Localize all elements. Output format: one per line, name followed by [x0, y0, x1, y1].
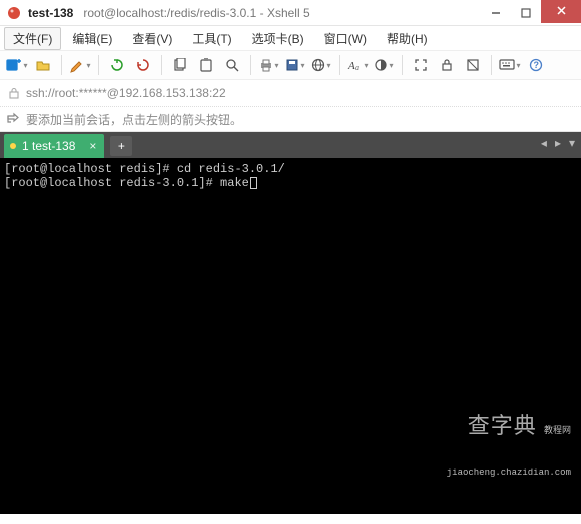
menubar: 文件(F) 编辑(E) 查看(V) 工具(T) 选项卡(B) 窗口(W) 帮助(…: [0, 26, 581, 50]
address-bar: ssh://root:******@192.168.153.138:22: [0, 80, 581, 106]
minimize-button[interactable]: [481, 3, 511, 23]
lock-icon: [8, 87, 20, 99]
tab-bar: 1 test-138 × + ◂ ▸ ▾: [0, 132, 581, 158]
menu-view[interactable]: 查看(V): [123, 27, 181, 50]
menu-window[interactable]: 窗口(W): [315, 27, 376, 50]
keymap-icon[interactable]: ▾: [499, 54, 521, 76]
window-title-main: test-138: [28, 6, 73, 20]
cmd-2: make: [220, 176, 249, 190]
open-icon[interactable]: [32, 54, 54, 76]
maximize-button[interactable]: [511, 3, 541, 23]
tab-next-icon[interactable]: ▸: [555, 136, 561, 150]
watermark-label: 教程网: [544, 426, 571, 436]
help-icon[interactable]: ?: [525, 54, 547, 76]
new-session-icon[interactable]: ▾: [6, 54, 28, 76]
color-scheme-icon[interactable]: ▾: [373, 54, 395, 76]
prompt-2: [root@localhost redis-3.0.1]#: [4, 176, 220, 190]
watermark-big: 查字典: [468, 415, 537, 440]
lock-icon[interactable]: [436, 54, 458, 76]
window-title-sub: root@localhost:/redis/redis-3.0.1 - Xshe…: [83, 6, 309, 20]
hint-bar: 要添加当前会话，点击左侧的箭头按钮。: [0, 106, 581, 132]
watermark: 查字典 教程网 jiaocheng.chazidian.com: [447, 393, 571, 508]
separator: [402, 55, 403, 75]
tab-label: 1 test-138: [22, 139, 75, 153]
fullscreen-icon[interactable]: [410, 54, 432, 76]
menu-help[interactable]: 帮助(H): [378, 27, 437, 50]
status-bar: [0, 514, 581, 524]
address-text[interactable]: ssh://root:******@192.168.153.138:22: [26, 86, 226, 100]
close-button[interactable]: [541, 0, 581, 23]
paste-icon[interactable]: [195, 54, 217, 76]
watermark-url: jiaocheng.chazidian.com: [447, 466, 571, 480]
tab-list-icon[interactable]: ▾: [569, 136, 575, 150]
print-icon[interactable]: ▾: [258, 54, 280, 76]
globe-icon[interactable]: ▾: [310, 54, 332, 76]
font-icon[interactable]: Aa▾: [347, 54, 369, 76]
disconnect-icon[interactable]: [132, 54, 154, 76]
hint-text: 要添加当前会话，点击左侧的箭头按钮。: [26, 111, 242, 128]
copy-icon[interactable]: [169, 54, 191, 76]
new-tab-button[interactable]: +: [110, 136, 132, 156]
separator: [491, 55, 492, 75]
separator: [161, 55, 162, 75]
svg-text:?: ?: [534, 60, 540, 70]
toolbar: ▾ ▾ ▾ ▾ ▾ Aa▾ ▾ ▾ ?: [0, 50, 581, 80]
svg-text:A: A: [347, 60, 355, 72]
tab-prev-icon[interactable]: ◂: [541, 136, 547, 150]
prompt-1: [root@localhost redis]#: [4, 162, 177, 176]
menu-tabs[interactable]: 选项卡(B): [243, 27, 313, 50]
svg-text:a: a: [355, 63, 359, 72]
add-session-arrow-icon[interactable]: [6, 112, 20, 126]
session-tab[interactable]: 1 test-138 ×: [4, 134, 104, 158]
transparent-icon[interactable]: [462, 54, 484, 76]
reconnect-icon[interactable]: [106, 54, 128, 76]
menu-edit[interactable]: 编辑(E): [63, 27, 121, 50]
menu-tools[interactable]: 工具(T): [183, 27, 240, 50]
menu-file[interactable]: 文件(F): [4, 27, 61, 50]
separator: [339, 55, 340, 75]
separator: [61, 55, 62, 75]
highlight-icon[interactable]: ▾: [69, 54, 91, 76]
save-icon[interactable]: ▾: [284, 54, 306, 76]
terminal[interactable]: [root@localhost redis]# cd redis-3.0.1/ …: [0, 158, 581, 514]
tab-nav: ◂ ▸ ▾: [541, 136, 575, 150]
app-icon: [6, 5, 22, 21]
tab-status-dot-icon: [10, 143, 16, 149]
cursor-icon: [250, 177, 257, 189]
titlebar: test-138 root@localhost:/redis/redis-3.0…: [0, 0, 581, 26]
window-controls: [481, 3, 581, 23]
cmd-1: cd redis-3.0.1/: [177, 162, 285, 176]
separator: [98, 55, 99, 75]
separator: [250, 55, 251, 75]
find-icon[interactable]: [221, 54, 243, 76]
tab-close-icon[interactable]: ×: [89, 139, 96, 153]
